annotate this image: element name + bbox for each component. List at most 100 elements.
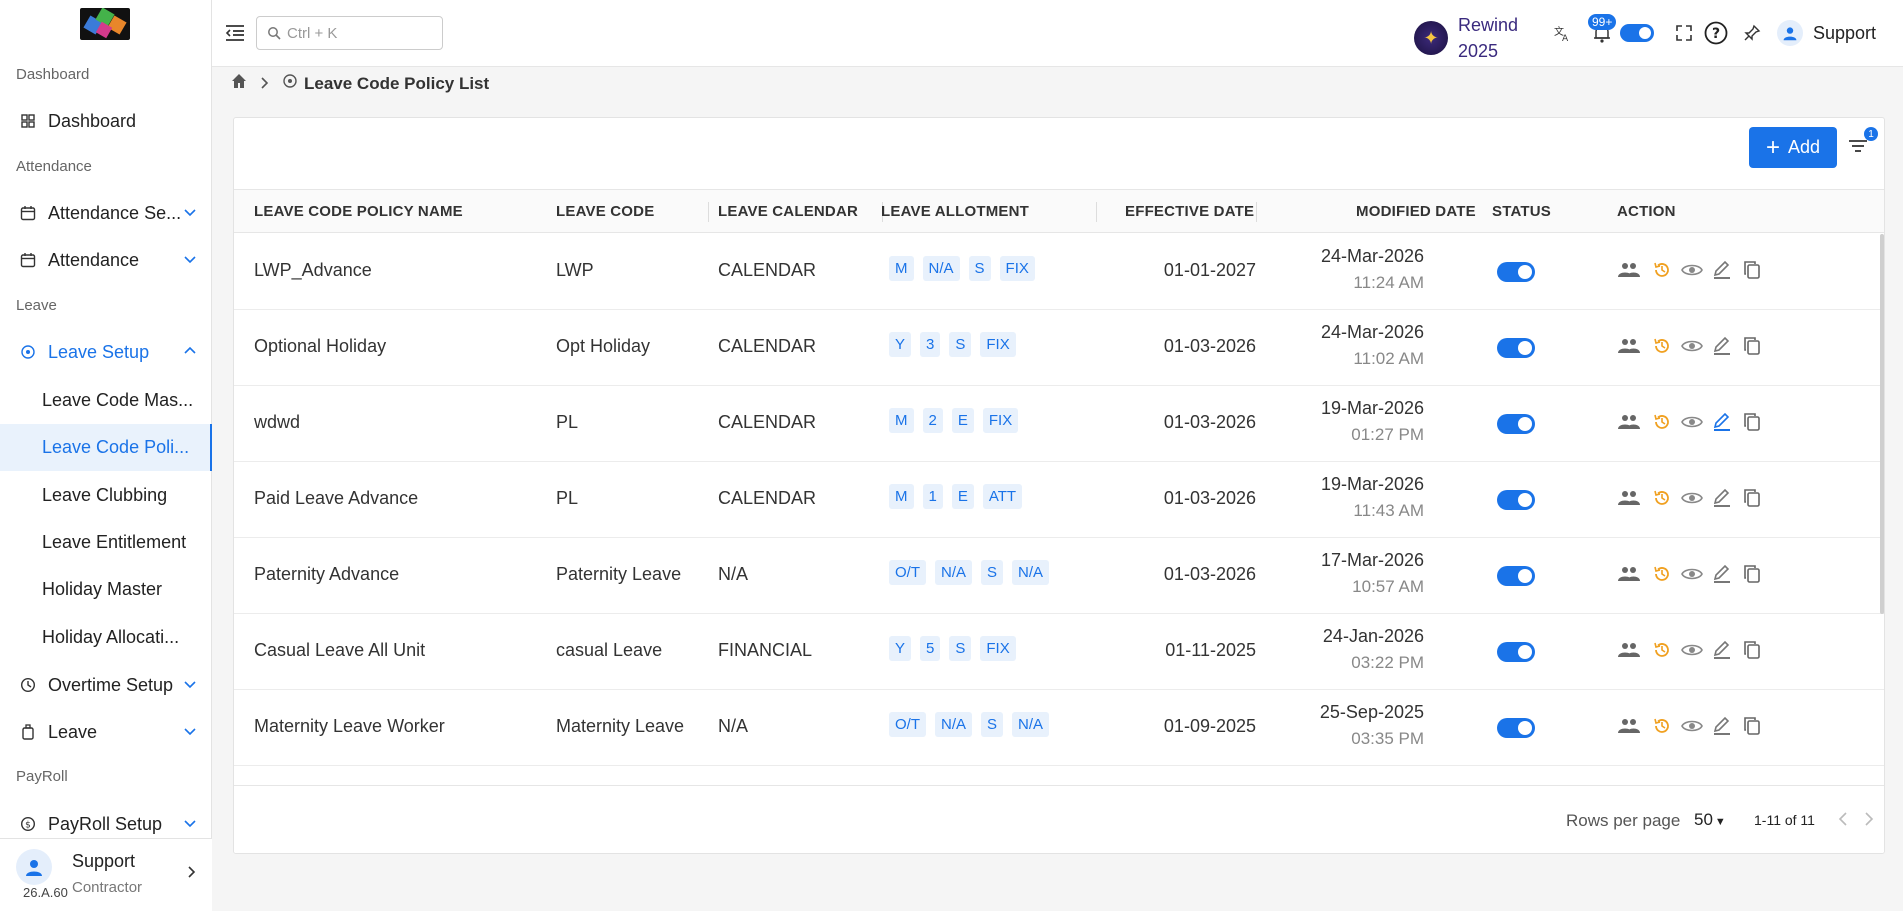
sidebar-sub-holiday-master[interactable]: Holiday Master — [0, 566, 212, 613]
sidebar-item-dashboard[interactable]: Dashboard — [0, 98, 212, 144]
copy-icon[interactable] — [1740, 258, 1764, 282]
app-logo[interactable] — [80, 8, 130, 40]
status-toggle[interactable] — [1497, 490, 1535, 510]
modified-date: 24-Jan-2026 03:22 PM — [1274, 626, 1424, 673]
copy-icon[interactable] — [1740, 486, 1764, 510]
sidebar-sub-leave-entitlement[interactable]: Leave Entitlement — [0, 519, 212, 566]
theme-toggle[interactable] — [1620, 24, 1654, 42]
leave-code: Opt Holiday — [556, 336, 651, 356]
section-dashboard: Dashboard — [16, 66, 90, 83]
sidebar-sub-holiday-allocation[interactable]: Holiday Allocati... — [0, 614, 212, 661]
status-toggle[interactable] — [1497, 718, 1535, 738]
history-icon[interactable] — [1650, 714, 1674, 738]
next-page-icon[interactable] — [1862, 810, 1876, 828]
view-icon[interactable] — [1680, 714, 1704, 738]
column-header-policy-name[interactable]: LEAVE CODE POLICY NAME — [254, 203, 463, 220]
copy-icon[interactable] — [1740, 410, 1764, 434]
status-toggle[interactable] — [1497, 262, 1535, 282]
sidebar-sub-leave-clubbing[interactable]: Leave Clubbing — [0, 472, 212, 519]
assign-users-icon[interactable] — [1614, 410, 1644, 434]
column-header-leave-allotment[interactable]: LEAVE ALLOTMENT — [881, 203, 1029, 220]
search-input[interactable]: Ctrl + K — [256, 16, 443, 50]
assign-users-icon[interactable] — [1614, 334, 1644, 358]
menu-collapse-icon[interactable] — [224, 22, 246, 44]
assign-users-icon[interactable] — [1614, 258, 1644, 282]
edit-icon[interactable] — [1710, 258, 1734, 282]
rewind-2025-button[interactable]: ✦ Rewind 2025 — [1414, 12, 1518, 64]
column-header-modified-date[interactable]: MODIFIED DATE — [1356, 203, 1476, 220]
allotment-chip: FIX — [980, 332, 1016, 357]
history-icon[interactable] — [1650, 410, 1674, 434]
leave-allotment: Y 3 S FIX — [889, 332, 1025, 357]
modified-time-value: 01:27 PM — [1351, 425, 1424, 444]
sidebar-item-attendance[interactable]: Attendance — [0, 237, 212, 283]
view-icon[interactable] — [1680, 486, 1704, 510]
status-toggle[interactable] — [1497, 414, 1535, 434]
copy-icon[interactable] — [1740, 334, 1764, 358]
view-icon[interactable] — [1680, 562, 1704, 586]
copy-icon[interactable] — [1740, 562, 1764, 586]
column-header-leave-code[interactable]: LEAVE CODE — [556, 203, 654, 220]
edit-icon[interactable] — [1710, 334, 1734, 358]
fullscreen-icon[interactable] — [1672, 21, 1696, 45]
status-toggle[interactable] — [1497, 566, 1535, 586]
view-icon[interactable] — [1680, 334, 1704, 358]
sidebar-item-overtime-setup[interactable]: Overtime Setup — [0, 662, 212, 708]
table-row[interactable]: Paid Leave Advance PL CALENDAR M 1 E ATT 01-03-… — [234, 462, 1884, 538]
history-icon[interactable] — [1650, 334, 1674, 358]
column-divider — [708, 202, 709, 222]
assign-users-icon[interactable] — [1614, 638, 1644, 662]
user-name: Support — [72, 851, 136, 871]
sidebar-sub-leave-code-master[interactable]: Leave Code Mas... — [0, 377, 212, 424]
edit-icon[interactable] — [1710, 486, 1734, 510]
column-header-leave-calendar[interactable]: LEAVE CALENDAR — [718, 203, 858, 220]
sidebar-item-attendance-setup[interactable]: Attendance Se... — [0, 190, 212, 236]
column-header-effective-date[interactable]: EFFECTIVE DATE — [1125, 203, 1254, 220]
assign-users-icon[interactable] — [1614, 562, 1644, 586]
table-scrollbar[interactable] — [1880, 234, 1884, 614]
help-icon[interactable]: ? — [1704, 21, 1728, 45]
user-menu[interactable]: Support — [1777, 20, 1876, 46]
chevron-down-icon — [184, 728, 196, 736]
sidebar-item-leave-setup[interactable]: Leave Setup — [0, 329, 212, 375]
table-row[interactable] — [234, 766, 1884, 784]
rewind-year: 2025 — [1458, 41, 1499, 61]
home-icon[interactable] — [230, 72, 248, 95]
add-button[interactable]: + Add — [1749, 127, 1837, 168]
copy-icon[interactable] — [1740, 714, 1764, 738]
history-icon[interactable] — [1650, 258, 1674, 282]
history-icon[interactable] — [1650, 638, 1674, 662]
table-row[interactable]: Casual Leave All Unit casual Leave FINANCI… — [234, 614, 1884, 690]
table-row[interactable]: Maternity Leave Worker Maternity Leave N/A… — [234, 690, 1884, 766]
view-icon[interactable] — [1680, 638, 1704, 662]
table-row[interactable]: LWP_Advance LWP CALENDAR M N/A S FIX 01-01-2027… — [234, 234, 1884, 310]
history-icon[interactable] — [1650, 486, 1674, 510]
leave-code: LWP — [556, 260, 594, 280]
table-row[interactable]: Paternity Advance Paternity Leave N/A O/T N/… — [234, 538, 1884, 614]
edit-icon[interactable] — [1710, 714, 1734, 738]
allotment-chip: S — [981, 712, 1004, 737]
table-row[interactable]: Optional Holiday Opt Holiday CALENDAR Y 3 S FI… — [234, 310, 1884, 386]
view-icon[interactable] — [1680, 410, 1704, 434]
edit-icon[interactable] — [1710, 410, 1734, 434]
sidebar-sub-leave-code-policy[interactable]: Leave Code Poli... — [0, 424, 212, 471]
view-icon[interactable] — [1680, 258, 1704, 282]
column-header-status[interactable]: STATUS — [1492, 203, 1551, 220]
assign-users-icon[interactable] — [1614, 714, 1644, 738]
edit-icon[interactable] — [1710, 562, 1734, 586]
history-icon[interactable] — [1650, 562, 1674, 586]
sidebar-item-leave[interactable]: Leave — [0, 709, 212, 755]
effective-date: 01-01-2027 — [1163, 260, 1256, 280]
edit-icon[interactable] — [1710, 638, 1734, 662]
copy-icon[interactable] — [1740, 638, 1764, 662]
status-toggle[interactable] — [1497, 642, 1535, 662]
previous-page-icon[interactable] — [1836, 810, 1850, 828]
pin-icon[interactable] — [1740, 21, 1764, 45]
translate-icon[interactable]: 文A — [1550, 21, 1574, 45]
rows-per-page-select[interactable]: 50 ▼ — [1694, 810, 1726, 830]
rows-per-page-label: Rows per page — [1566, 811, 1681, 830]
sidebar-user-footer[interactable]: Support Contractor 26.A.60 — [0, 838, 212, 911]
status-toggle[interactable] — [1497, 338, 1535, 358]
assign-users-icon[interactable] — [1614, 486, 1644, 510]
table-row[interactable]: wdwd PL CALENDAR M 2 E FIX 01-03-2026 19-Mar-202… — [234, 386, 1884, 462]
